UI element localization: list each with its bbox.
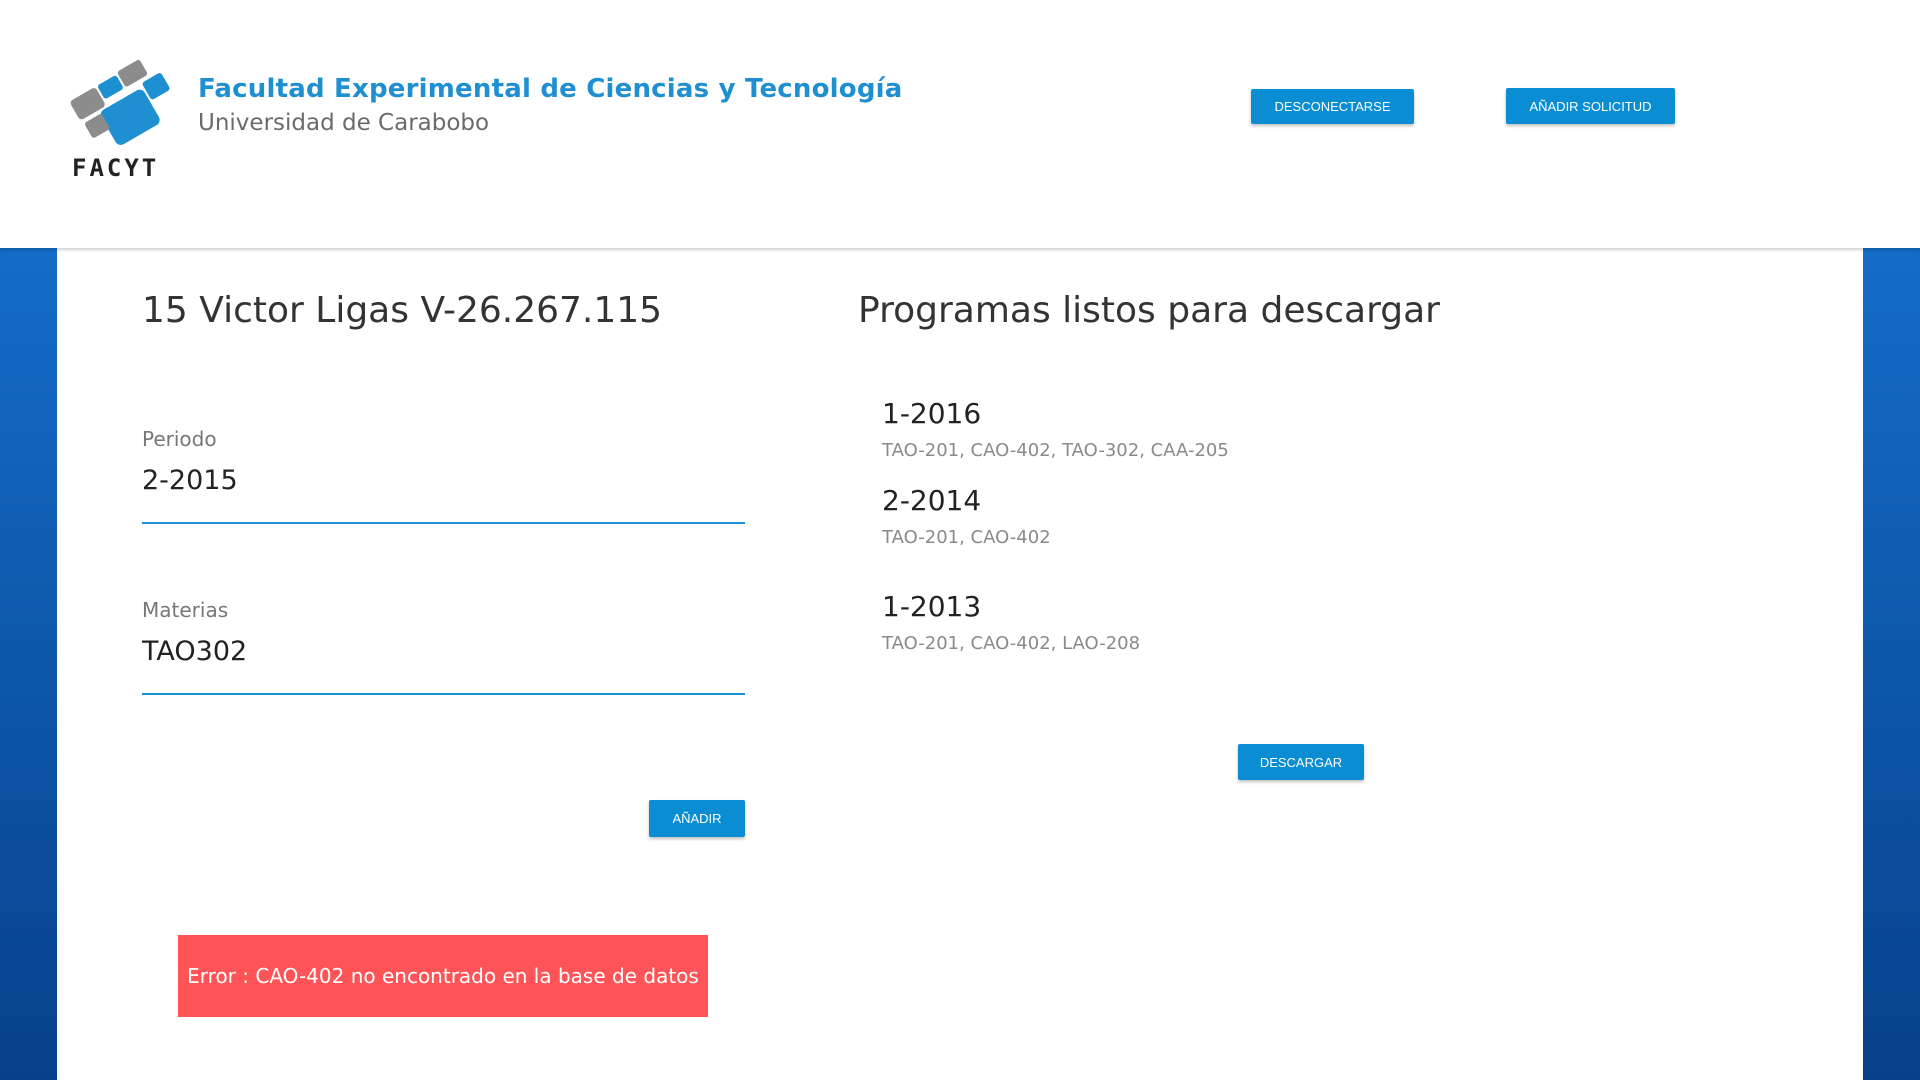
program-period: 1-2016 xyxy=(882,397,982,430)
materias-input[interactable] xyxy=(142,636,745,667)
program-item: 2-2014 TAO-201, CAO-402 xyxy=(882,484,1051,548)
logout-button[interactable]: DESCONECTARSE xyxy=(1251,89,1414,124)
program-subjects: TAO-201, CAO-402, LAO-208 xyxy=(882,633,1141,654)
ready-programs-title: Programas listos para descargar xyxy=(858,290,1440,331)
program-subjects: TAO-201, CAO-402, TAO-302, CAA-205 xyxy=(882,440,1229,461)
logo-wordmark: FACYT xyxy=(72,154,160,182)
materias-label: Materias xyxy=(142,598,229,622)
add-subject-button[interactable]: AÑADIR xyxy=(649,800,745,837)
program-item: 1-2016 TAO-201, CAO-402, TAO-302, CAA-20… xyxy=(882,397,1229,461)
program-item: 1-2013 TAO-201, CAO-402, LAO-208 xyxy=(882,590,1140,654)
app-header: FACYT Facultad Experimental de Ciencias … xyxy=(0,0,1920,248)
error-message: Error : CAO-402 no encontrado en la base… xyxy=(178,935,708,1017)
program-period: 2-2014 xyxy=(882,484,982,517)
materias-field[interactable]: Materias xyxy=(142,598,745,698)
periodo-label: Periodo xyxy=(142,427,217,451)
periodo-underline xyxy=(142,522,745,524)
periodo-field[interactable]: Periodo xyxy=(142,427,745,527)
student-title: 15 Victor Ligas V-26.267.115 xyxy=(142,290,663,331)
add-request-button[interactable]: AÑADIR SOLICITUD xyxy=(1506,88,1675,124)
brand-title: Facultad Experimental de Ciencias y Tecn… xyxy=(198,74,903,104)
program-period: 1-2013 xyxy=(882,590,982,623)
download-button[interactable]: DESCARGAR xyxy=(1238,744,1364,780)
program-subjects: TAO-201, CAO-402 xyxy=(882,527,1051,548)
periodo-input[interactable] xyxy=(142,465,745,496)
brand-block: Facultad Experimental de Ciencias y Tecn… xyxy=(198,74,903,136)
materias-underline xyxy=(142,693,745,695)
brand-subtitle: Universidad de Carabobo xyxy=(198,110,490,136)
